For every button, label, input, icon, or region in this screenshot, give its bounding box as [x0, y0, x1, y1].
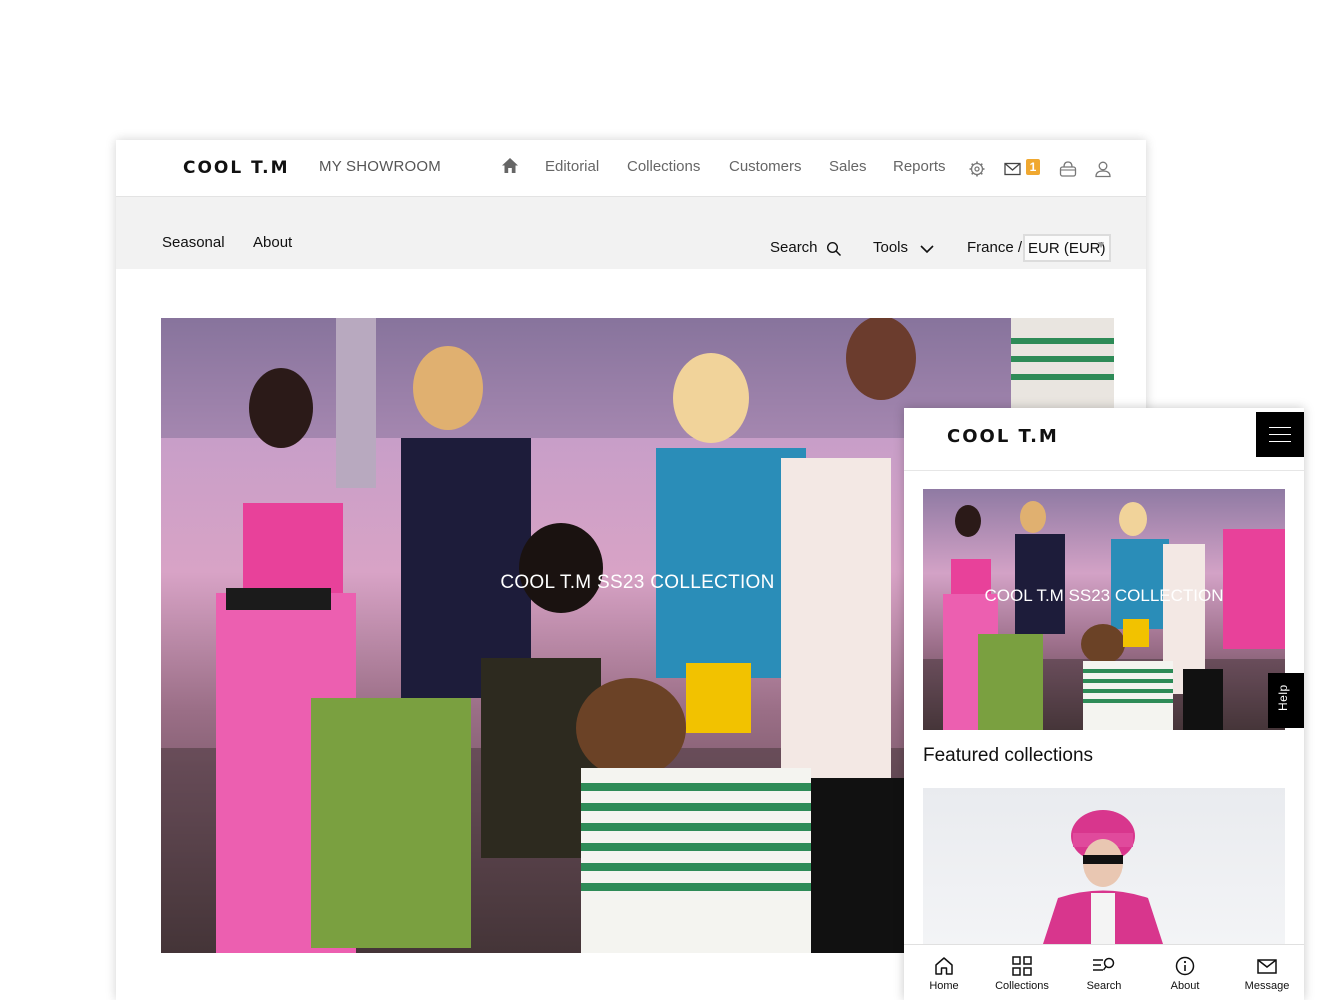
select-arrow-icon: ▼ [1096, 240, 1106, 251]
nav-collections[interactable]: Collections [627, 158, 700, 175]
featured-collections-heading: Featured collections [923, 745, 1094, 766]
currency-select[interactable]: EUR (EUR) ▼ [1023, 234, 1111, 262]
help-label: Help [1276, 684, 1290, 711]
my-showroom-link[interactable]: MY SHOWROOM [319, 158, 441, 175]
search-link[interactable]: Search [770, 239, 818, 256]
subnav-about[interactable]: About [253, 234, 292, 251]
basket-icon[interactable] [1058, 159, 1078, 179]
bottom-nav-collections-label: Collections [995, 980, 1049, 992]
bottom-nav-search[interactable]: Search [1064, 949, 1144, 992]
chevron-down-icon[interactable] [919, 241, 935, 257]
bottom-nav-collections[interactable]: Collections [982, 949, 1062, 992]
search-icon[interactable] [826, 241, 842, 257]
grid-icon [1012, 956, 1032, 976]
mobile-brand-logo[interactable]: COOL T.M [947, 426, 1059, 447]
search-list-icon [1093, 957, 1115, 971]
bottom-nav-message-label: Message [1244, 980, 1290, 992]
brand-logo[interactable]: COOL T.M [183, 158, 290, 178]
nav-sales[interactable]: Sales [829, 158, 867, 175]
featured-collection-card-image[interactable] [923, 788, 1285, 944]
featured-photo-illustration [1043, 810, 1163, 944]
nav-editorial[interactable]: Editorial [545, 158, 599, 175]
info-icon [1175, 956, 1195, 976]
bottom-nav-message[interactable]: Message [1227, 949, 1304, 992]
hamburger-menu-button[interactable] [1256, 412, 1304, 457]
mobile-window: COOL T.M COOL T.M SS23 COLLECTION Help F… [904, 408, 1304, 1000]
gear-icon[interactable] [967, 159, 987, 179]
header-divider [904, 470, 1304, 471]
user-icon[interactable] [1093, 159, 1113, 179]
nav-reports[interactable]: Reports [893, 158, 946, 175]
tools-dropdown[interactable]: Tools [873, 239, 908, 256]
bottom-nav-about[interactable]: About [1145, 949, 1225, 992]
mobile-hero-image[interactable]: COOL T.M SS23 COLLECTION [923, 489, 1285, 730]
mail-icon[interactable] [1003, 159, 1023, 179]
country-label: France / [967, 239, 1023, 256]
bottom-navigation: Home Collections Search About Message [904, 944, 1304, 1000]
bottom-nav-search-label: Search [1086, 980, 1122, 992]
subnav-seasonal[interactable]: Seasonal [162, 234, 225, 251]
bottom-nav-home[interactable]: Home [904, 949, 984, 992]
home-icon[interactable] [501, 157, 519, 175]
currency-value: EUR (EUR) [1028, 240, 1106, 257]
home-icon [935, 957, 953, 975]
mail-icon [1257, 959, 1277, 974]
mobile-hero-title: COOL T.M SS23 COLLECTION [984, 586, 1224, 605]
bottom-nav-about-label: About [1170, 980, 1200, 992]
help-tab[interactable]: Help [1268, 673, 1304, 728]
bottom-nav-home-label: Home [929, 980, 959, 992]
mobile-hero-photo-illustration [923, 501, 1285, 730]
secondary-navigation-bar: Seasonal About Search Tools France / EUR… [116, 197, 1146, 269]
top-navigation-bar: COOL T.M MY SHOWROOM Editorial Collectio… [116, 140, 1146, 197]
nav-customers[interactable]: Customers [729, 158, 802, 175]
mail-count-badge: 1 [1026, 159, 1040, 175]
